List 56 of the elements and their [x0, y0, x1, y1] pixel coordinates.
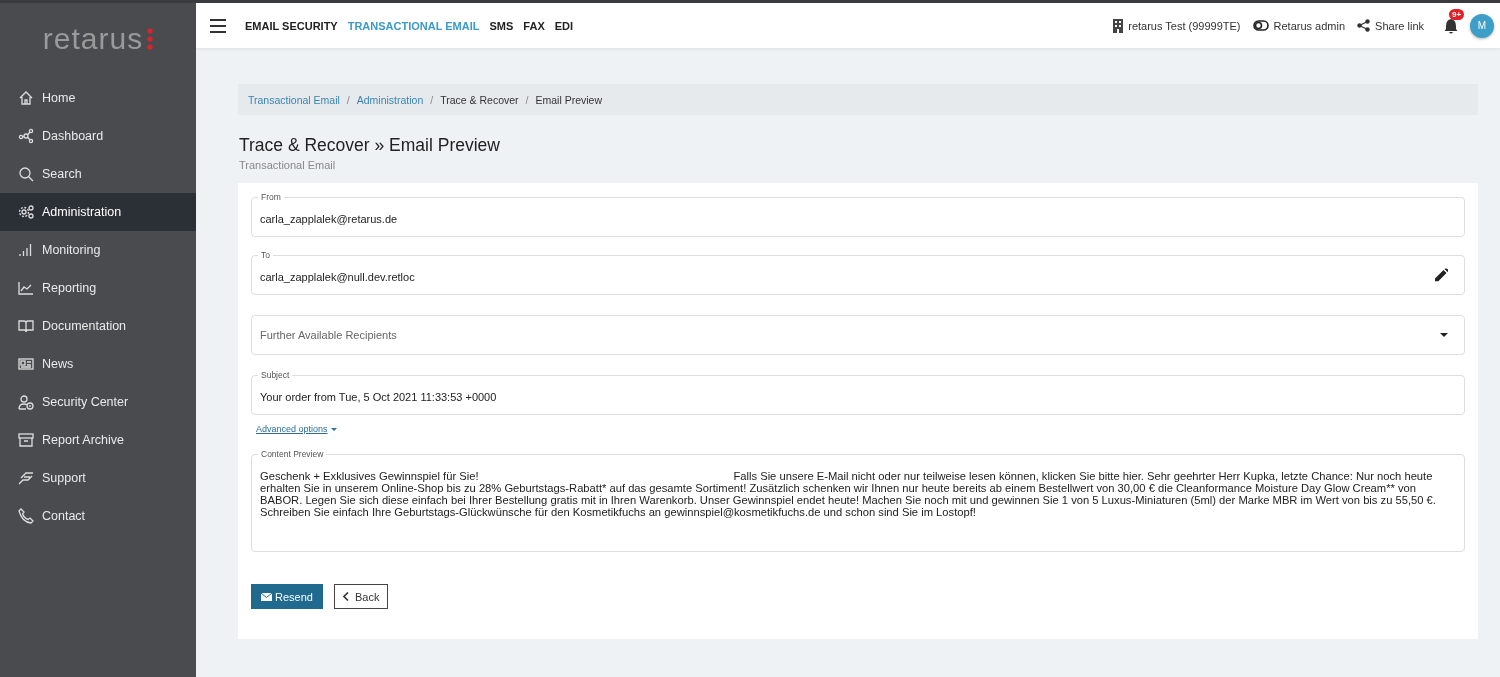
share-link[interactable]: Share link — [1375, 19, 1424, 32]
sidebar-item[interactable]: Monitoring — [0, 231, 196, 269]
resend-button[interactable]: Resend — [251, 584, 323, 609]
sidebar-item[interactable]: Support — [0, 459, 196, 497]
building-icon — [1113, 18, 1124, 33]
book-icon — [18, 318, 34, 334]
bars-icon — [18, 242, 34, 258]
nav-tab[interactable]: FAX — [523, 19, 545, 32]
share-icon — [1357, 19, 1371, 32]
phone-icon — [18, 508, 34, 524]
caret-icon — [1440, 333, 1448, 337]
menu-icon[interactable] — [210, 18, 226, 33]
envelope-icon — [261, 592, 272, 601]
pencil-icon[interactable] — [1435, 268, 1448, 282]
gears-icon — [18, 204, 34, 220]
user-icon — [18, 394, 34, 410]
sidebar-item[interactable]: News — [0, 345, 196, 383]
sidebar-item[interactable]: Dashboard — [0, 117, 196, 155]
breadcrumb-separator: / — [430, 93, 434, 106]
sidebar-item[interactable]: Search — [0, 155, 196, 193]
breadcrumb-item[interactable]: Trace & Recover — [440, 93, 519, 106]
page-subtitle: Transactional Email — [239, 159, 337, 171]
company-link[interactable]: retarus Test (99999TE) — [1128, 19, 1241, 32]
back-button[interactable]: Back — [333, 584, 389, 609]
caret-icon — [330, 427, 337, 431]
breadcrumb-separator: / — [346, 93, 350, 106]
bell-icon[interactable] — [1444, 17, 1458, 34]
news-icon — [18, 356, 34, 372]
breadcrumb-item[interactable]: Email Preview — [535, 93, 603, 106]
recipients-dropdown[interactable]: Further Available Recipients — [251, 315, 1465, 355]
page-title: Trace & Recover » Email Preview — [239, 135, 501, 156]
logo-text: retarus — [42, 22, 144, 56]
notification-badge: 9+ — [1449, 8, 1465, 20]
nodes-icon — [18, 128, 34, 144]
nav-tab[interactable]: EDI — [554, 19, 574, 32]
sidebar-item[interactable]: Reporting — [0, 269, 196, 307]
sidebar-item[interactable]: Security Center — [0, 383, 196, 421]
archive-icon — [18, 432, 34, 448]
toggle-icon — [1252, 20, 1269, 31]
sidebar-item[interactable]: Home — [0, 79, 196, 117]
sidebar-item[interactable]: Documentation — [0, 307, 196, 345]
breadcrumb-item[interactable]: Transactional Email — [248, 93, 340, 106]
advanced-options-link[interactable]: Advanced options — [256, 424, 337, 434]
sidebar-item[interactable]: Contact — [0, 497, 196, 535]
nav-tab[interactable]: EMAIL SECURITY — [245, 19, 338, 32]
role-link[interactable]: Retarus admin — [1273, 19, 1346, 32]
home-icon — [18, 90, 34, 106]
breadcrumb-item[interactable]: Administration — [356, 93, 424, 106]
sidebar-item[interactable]: Report Archive — [0, 421, 196, 459]
search-icon — [18, 166, 34, 182]
breadcrumb-separator: / — [525, 93, 529, 106]
sidebar-item[interactable]: Administration — [0, 193, 196, 231]
nav-tab[interactable]: SMS — [489, 19, 514, 32]
logo-dots-icon — [147, 28, 154, 50]
chevron-left-icon — [342, 592, 349, 601]
chart-icon — [18, 280, 34, 296]
